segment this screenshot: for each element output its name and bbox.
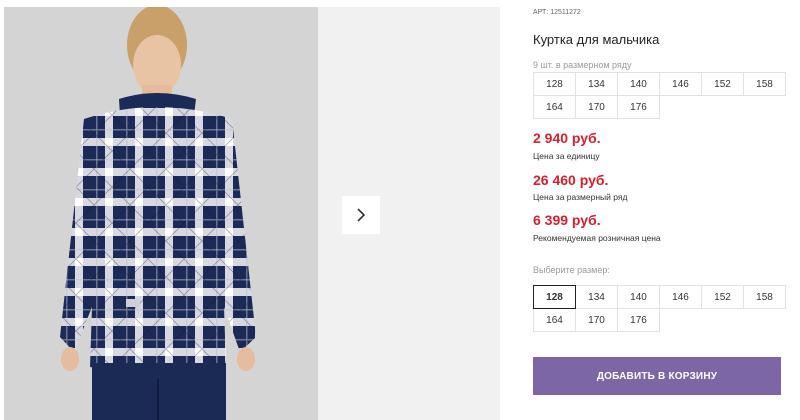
size-option[interactable]: 176 — [617, 308, 660, 332]
boy-in-plaid-jacket-image — [60, 7, 256, 420]
size-cell: 158 — [743, 72, 786, 96]
size-row-note: 9 шт. в размерном ряду — [533, 60, 632, 70]
size-option[interactable]: 134 — [575, 285, 618, 309]
row-price-label: Цена за размерный ряд — [533, 192, 628, 202]
size-option[interactable]: 164 — [533, 308, 576, 332]
size-option[interactable]: 146 — [659, 285, 702, 309]
size-select-grid: 128 134 140 146 152 158 164 170 176 — [533, 285, 786, 332]
select-size-label: Выберите размер: — [533, 265, 610, 275]
retail-price-label: Рекомендуемая розничная цена — [533, 233, 661, 243]
size-cell: 152 — [701, 72, 744, 96]
size-option[interactable]: 152 — [701, 285, 744, 309]
row-price: 26 460 руб. — [533, 172, 609, 188]
size-cell: 170 — [575, 95, 618, 119]
chevron-right-icon — [357, 208, 366, 222]
product-title: Куртка для мальчика — [533, 32, 660, 47]
size-cell: 176 — [617, 95, 660, 119]
size-cell: 146 — [659, 72, 702, 96]
product-photo — [4, 7, 318, 420]
size-cell: 128 — [533, 72, 576, 96]
size-cell: 140 — [617, 72, 660, 96]
retail-price: 6 399 руб. — [533, 212, 601, 228]
product-gallery — [0, 0, 500, 420]
size-row-grid: 128 134 140 146 152 158 164 170 176 — [533, 72, 786, 119]
size-cell: 134 — [575, 72, 618, 96]
size-option[interactable]: 170 — [575, 308, 618, 332]
size-option[interactable]: 128 — [533, 285, 576, 309]
size-cell: 164 — [533, 95, 576, 119]
unit-price: 2 940 руб. — [533, 130, 601, 146]
product-sku: АРТ: 12511272 — [533, 9, 581, 16]
unit-price-label: Цена за единицу — [533, 151, 600, 161]
gallery-next-button[interactable] — [342, 196, 380, 234]
size-option[interactable]: 158 — [743, 285, 786, 309]
size-option[interactable]: 140 — [617, 285, 660, 309]
add-to-cart-button[interactable]: ДОБАВИТЬ В КОРЗИНУ — [533, 357, 781, 395]
